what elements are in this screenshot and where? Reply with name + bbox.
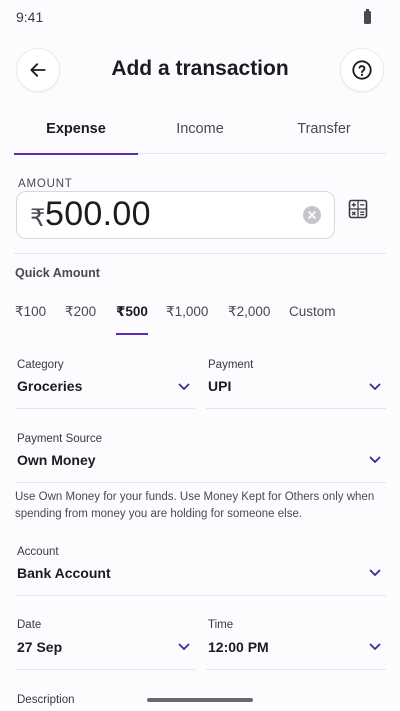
quick-amount-200[interactable]: ₹200	[65, 304, 96, 320]
status-time: 9:41	[16, 9, 44, 25]
field-underline	[15, 408, 195, 409]
payment-source-help-text: Use Own Money for your funds. Use Money …	[15, 491, 375, 520]
payment-label: Payment	[208, 359, 254, 371]
field-underline	[15, 482, 386, 483]
quick-amount-label: Quick Amount	[15, 266, 100, 280]
account-value: Bank Account	[17, 565, 111, 581]
quick-amount-1000[interactable]: ₹1,000	[166, 304, 208, 320]
payment-source-label: Payment Source	[17, 433, 103, 445]
chevron-down-icon	[178, 383, 190, 390]
category-label: Category	[17, 359, 64, 371]
payment-value: UPI	[208, 378, 232, 394]
chevron-down-icon	[178, 643, 190, 650]
amount-value: 500.00	[45, 195, 151, 233]
home-indicator[interactable]	[147, 698, 253, 702]
currency-symbol: ₹	[30, 205, 46, 232]
header: Add a transaction	[0, 48, 400, 94]
quick-amount-2000[interactable]: ₹2,000	[228, 304, 270, 320]
quick-amount-100[interactable]: ₹100	[15, 304, 46, 320]
chevron-down-icon	[369, 643, 381, 650]
chevron-down-icon	[369, 456, 381, 463]
chevron-down-icon	[369, 569, 381, 576]
calculator-button[interactable]	[348, 199, 368, 219]
status-bar: 9:41	[0, 0, 400, 36]
help-circle-icon	[352, 60, 372, 80]
description-label: Description	[17, 694, 75, 706]
quick-amount-500[interactable]: ₹500	[116, 304, 148, 335]
field-underline	[15, 669, 195, 670]
help-button[interactable]	[340, 48, 384, 92]
payment-source-value: Own Money	[17, 452, 96, 468]
close-icon	[308, 211, 316, 219]
account-label: Account	[17, 546, 59, 558]
amount-input[interactable]: ₹ 500.00	[16, 191, 335, 239]
category-value: Groceries	[17, 378, 83, 394]
amount-label: AMOUNT	[18, 178, 73, 190]
field-underline	[206, 669, 386, 670]
chevron-down-icon	[369, 383, 381, 390]
date-label: Date	[17, 619, 42, 631]
clear-amount-button[interactable]	[303, 206, 321, 224]
divider	[14, 253, 386, 254]
quick-amount-custom[interactable]: Custom	[289, 304, 336, 319]
tab-transfer[interactable]: Transfer	[262, 104, 386, 153]
field-underline	[15, 595, 386, 596]
field-underline	[206, 408, 386, 409]
time-label: Time	[208, 619, 234, 631]
time-value: 12:00 PM	[208, 639, 269, 655]
date-value: 27 Sep	[17, 639, 63, 655]
battery-icon	[364, 9, 371, 24]
tab-expense[interactable]: Expense	[14, 104, 138, 155]
transaction-type-tabs: Expense Income Transfer	[14, 104, 386, 155]
calculator-icon	[348, 199, 368, 219]
tab-income[interactable]: Income	[138, 104, 262, 153]
